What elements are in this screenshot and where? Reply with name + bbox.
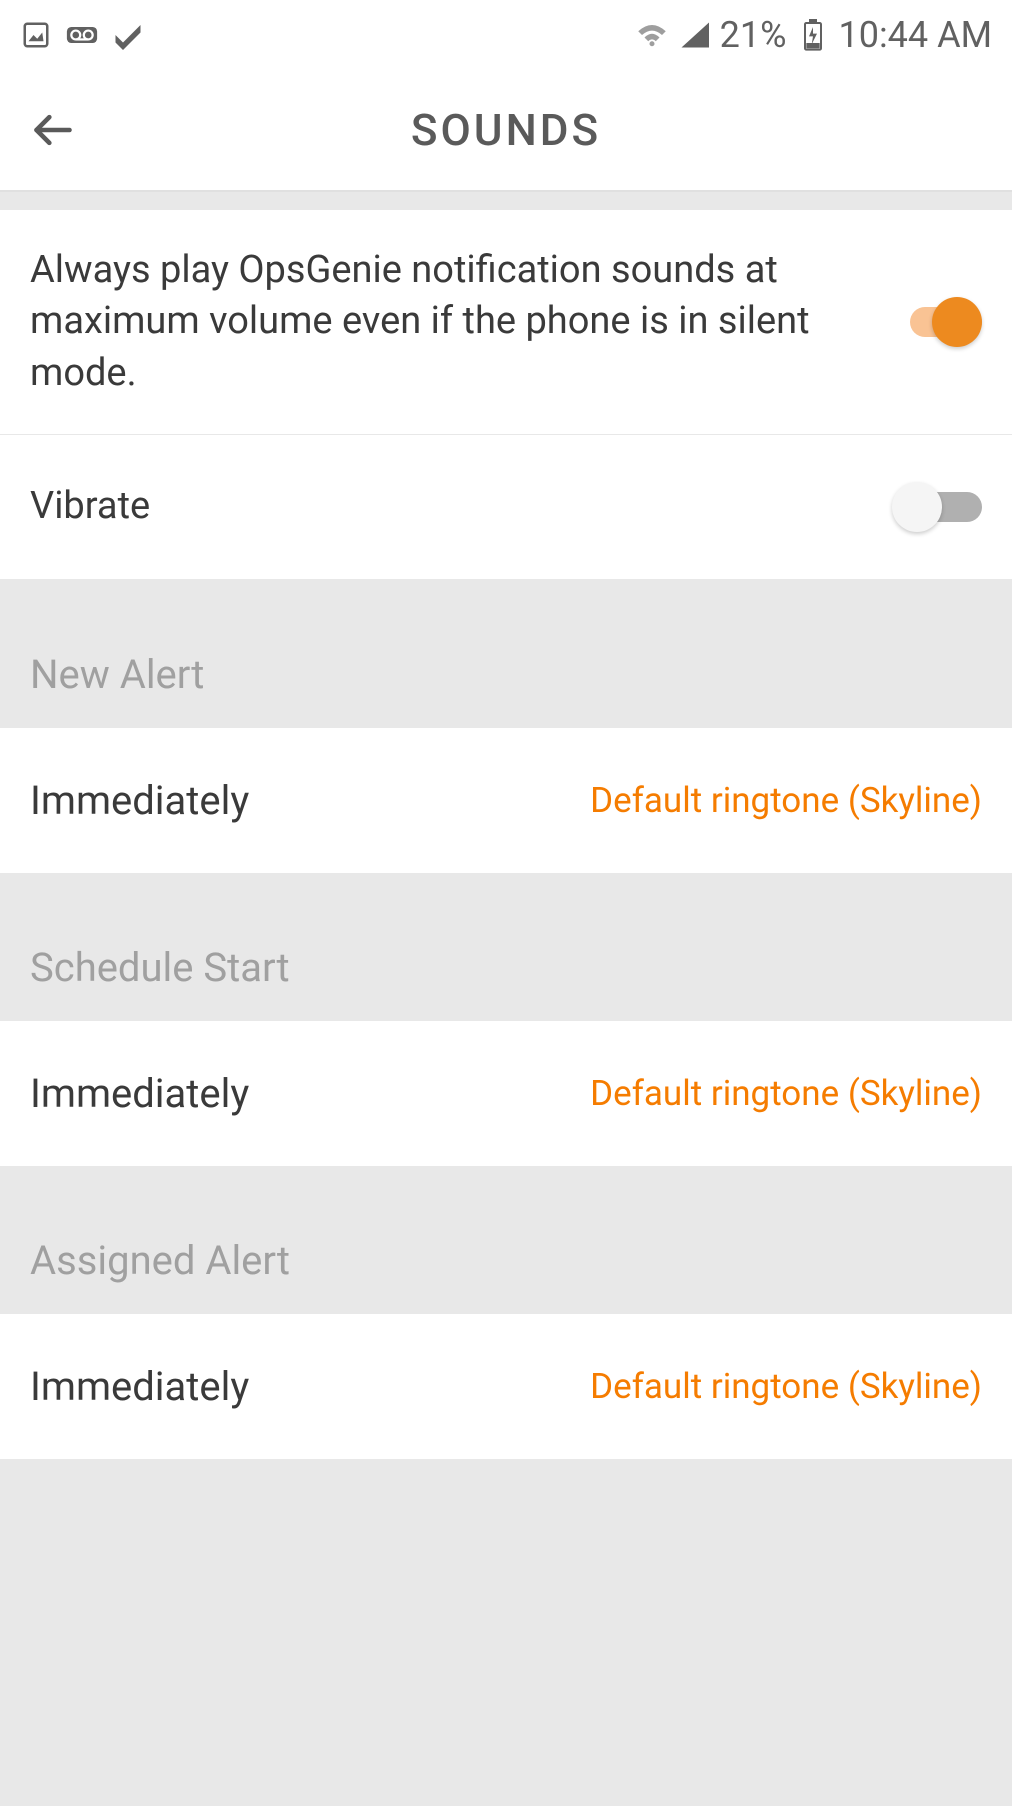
section-title: Schedule Start [30,944,290,991]
signal-icon [678,19,710,51]
assigned-alert-ringtone-row[interactable]: Immediately Default ringtone (Skyline) [0,1314,1012,1459]
max-volume-setting[interactable]: Always play OpsGenie notification sounds… [0,210,1012,435]
vibrate-toggle[interactable] [892,482,982,532]
timing-label: Immediately [30,1363,249,1410]
ringtone-value: Default ringtone (Skyline) [590,1073,982,1114]
status-left-icons [20,19,144,51]
ringtone-value: Default ringtone (Skyline) [590,1366,982,1407]
section-header-schedule-start: Schedule Start [0,873,1012,1021]
section-header-new-alert: New Alert [0,580,1012,728]
vibrate-label: Vibrate [30,481,892,532]
app-bar: SOUNDS [0,70,1012,192]
back-button[interactable] [28,105,78,155]
status-right: 21% 10:44 AM [636,14,992,56]
section-title: New Alert [30,651,204,698]
ringtone-value: Default ringtone (Skyline) [590,780,982,821]
timing-label: Immediately [30,1070,249,1117]
battery-percent: 21% [720,14,787,56]
timing-label: Immediately [30,777,249,824]
max-volume-toggle[interactable] [892,297,982,347]
time: 10:44 AM [839,14,993,56]
battery-icon [797,19,829,51]
section-title: Assigned Alert [30,1237,290,1284]
new-alert-ringtone-row[interactable]: Immediately Default ringtone (Skyline) [0,728,1012,873]
check-icon [112,19,144,51]
page-title: SOUNDS [411,104,601,156]
wifi-icon [636,19,668,51]
max-volume-label: Always play OpsGenie notification sounds… [30,245,892,399]
vibrate-setting[interactable]: Vibrate [0,435,1012,580]
status-bar: 21% 10:44 AM [0,0,1012,70]
schedule-start-ringtone-row[interactable]: Immediately Default ringtone (Skyline) [0,1021,1012,1166]
voicemail-icon [66,19,98,51]
section-header-assigned-alert: Assigned Alert [0,1166,1012,1314]
content: Always play OpsGenie notification sounds… [0,192,1012,1559]
picture-icon [20,19,52,51]
